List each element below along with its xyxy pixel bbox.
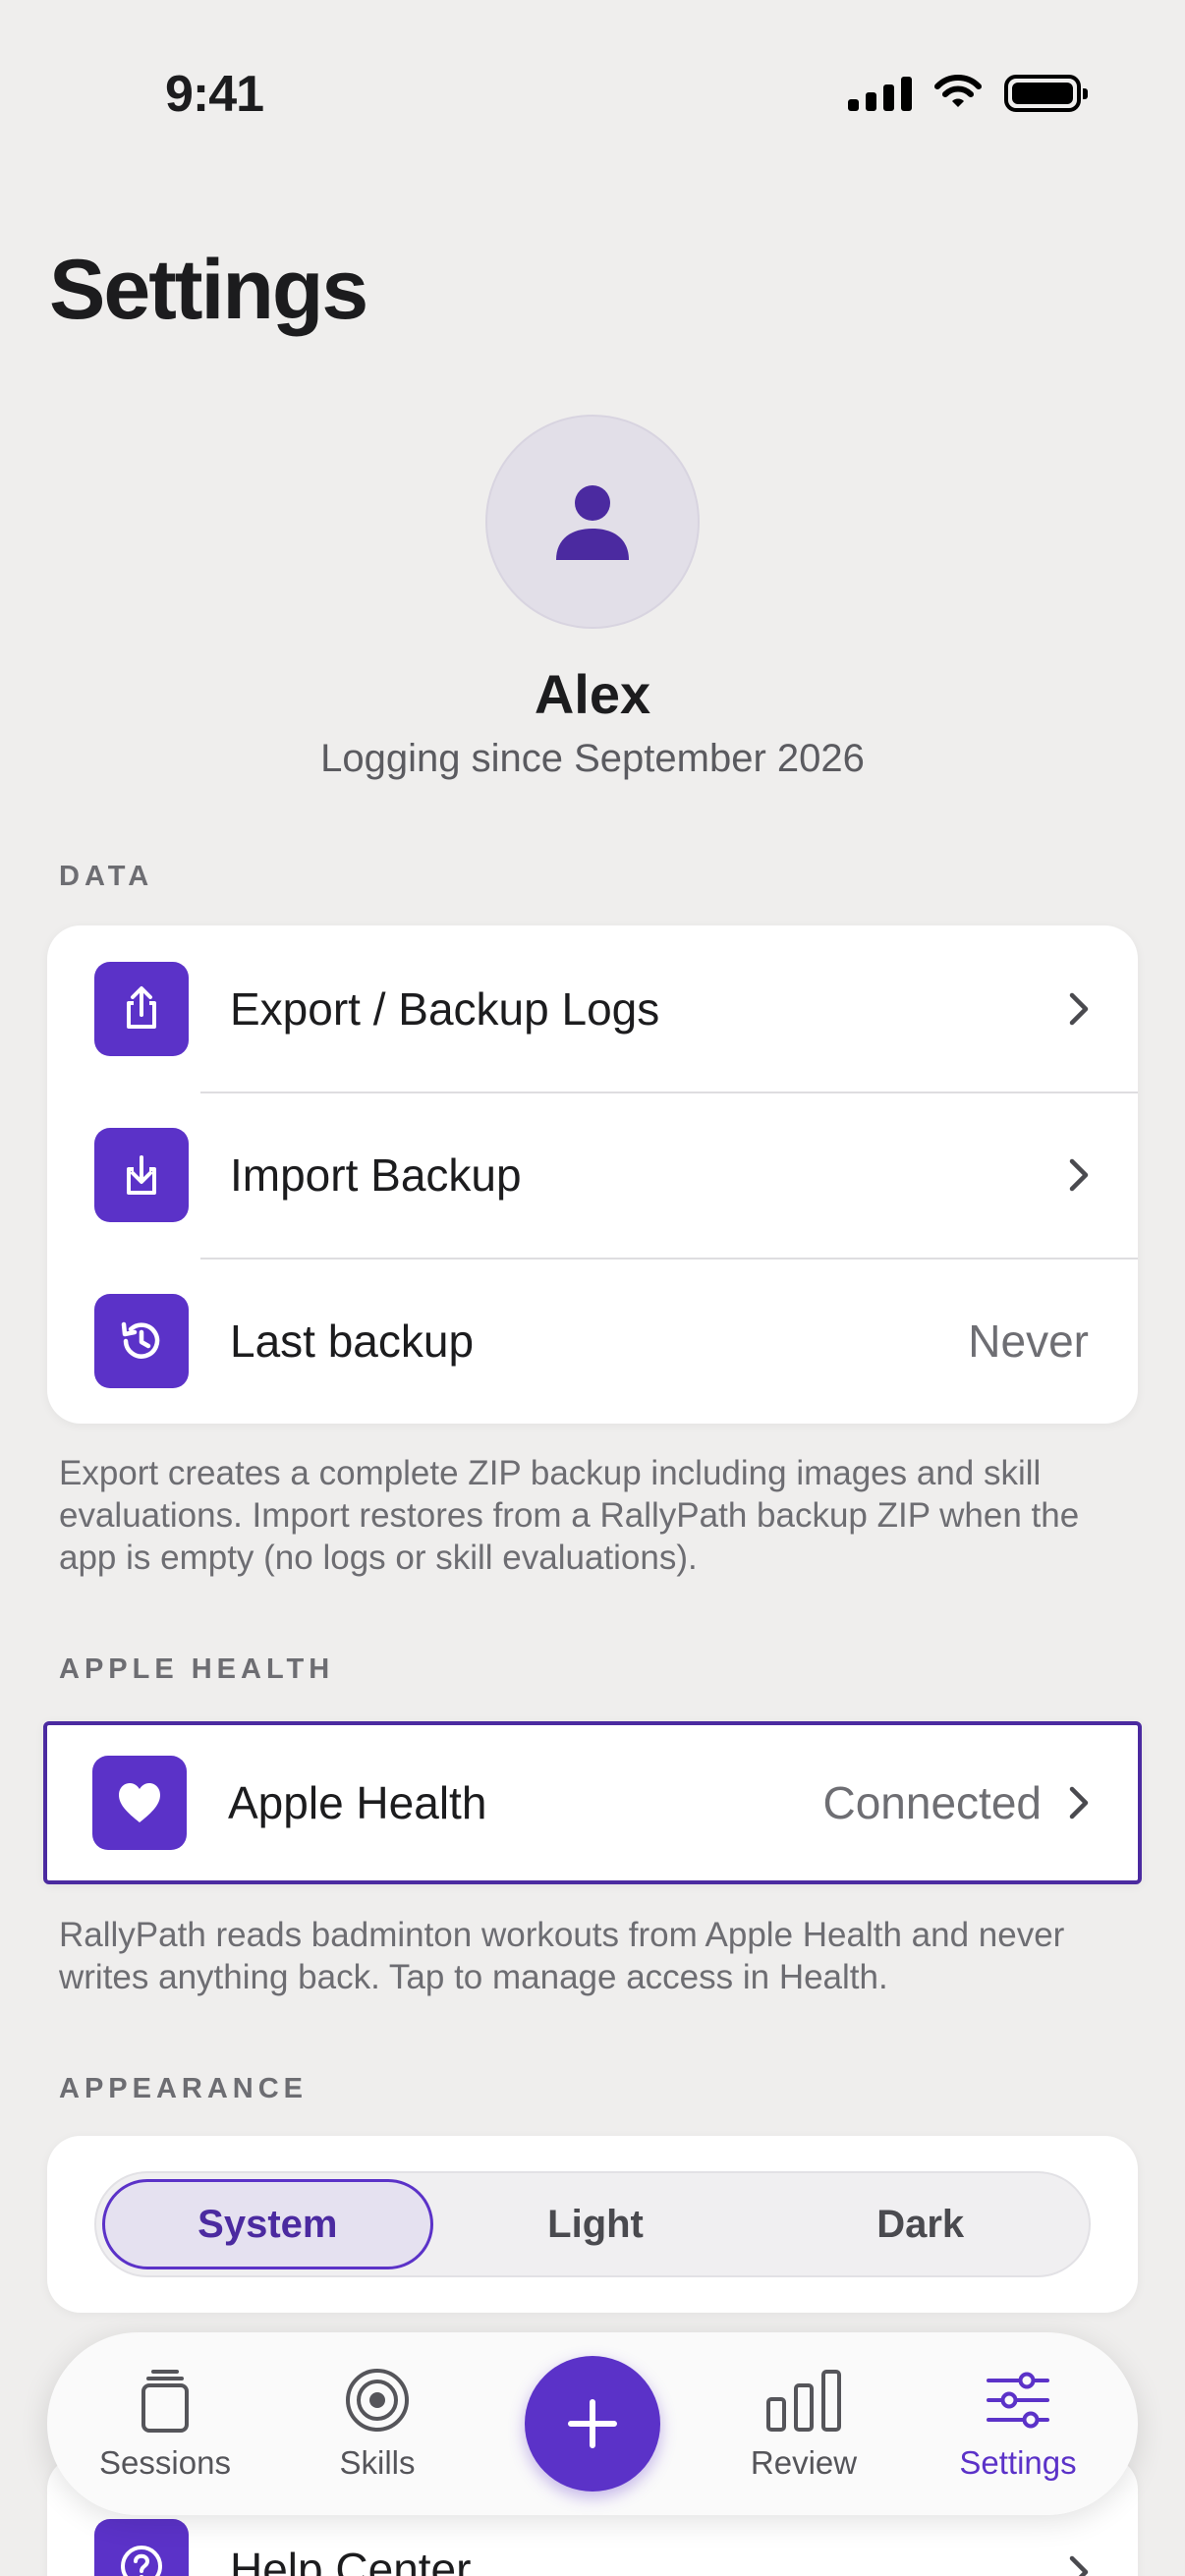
tab-label: Review [750,2444,858,2481]
import-icon [94,1127,189,1222]
import-backup-label: Import Backup [230,1148,522,1201]
import-backup-row[interactable]: Import Backup [47,1092,1138,1258]
sliders-icon [986,2362,1050,2438]
chevron-right-icon [1061,1157,1097,1193]
tab-settings[interactable]: Settings [920,2362,1116,2482]
appearance-option-dark[interactable]: Dark [758,2179,1083,2269]
apple-health-row[interactable]: Apple Health Connected [47,1725,1138,1880]
section-label-data: DATA [59,861,154,892]
appearance-option-system[interactable]: System [102,2179,433,2269]
section-label-appearance: APPEARANCE [59,2073,309,2104]
heart-icon [92,1756,187,1850]
bar-chart-icon [764,2362,843,2438]
profile-name: Alex [534,663,651,725]
battery-icon [1004,75,1088,112]
apple-health-label: Apple Health [228,1777,487,1828]
chevron-right-icon [1061,991,1097,1027]
profile-subtitle: Logging since September 2026 [320,737,865,780]
data-card: Export / Backup Logs Import Backup Last … [47,925,1138,1424]
person-icon [556,485,629,560]
last-backup-row: Last backup Never [47,1258,1138,1424]
appearance-card: System Light Dark [47,2136,1138,2313]
tab-bar: Sessions Skills Review Settings [47,2332,1138,2515]
tab-skills[interactable]: Skills [279,2362,476,2482]
page-title: Settings [49,243,368,337]
avatar[interactable] [485,415,700,629]
last-backup-value: Never [968,1315,1089,1367]
history-icon [94,1293,189,1388]
tab-label: Sessions [99,2444,231,2481]
tab-sessions[interactable]: Sessions [67,2362,263,2482]
help-icon [94,2519,189,2576]
cards-icon [136,2362,195,2438]
chevron-right-icon [1061,2554,1097,2576]
tab-review[interactable]: Review [705,2362,902,2482]
last-backup-label: Last backup [230,1315,475,1367]
status-icons [848,75,1088,112]
health-footnote: RallyPath reads badminton workouts from … [59,1916,1065,1996]
apple-health-status: Connected [822,1777,1043,1828]
data-footnote: Export creates a complete ZIP backup inc… [59,1454,1080,1577]
status-time: 9:41 [165,66,264,123]
section-label-apple-health: APPLE HEALTH [59,1653,335,1685]
chevron-right-icon [1061,1785,1097,1820]
apple-health-card: Apple Health Connected [43,1721,1142,1884]
tab-label: Skills [339,2444,416,2481]
add-session-button[interactable] [525,2356,660,2492]
cellular-signal-icon [848,76,912,111]
appearance-option-light[interactable]: Light [433,2179,759,2269]
export-backup-row[interactable]: Export / Backup Logs [47,925,1138,1092]
export-backup-label: Export / Backup Logs [230,982,660,1035]
target-icon [343,2362,412,2438]
plus-icon [568,2399,617,2448]
settings-screen: 9:41 Settings Alex Logging since Septemb… [0,0,1185,2576]
export-icon [94,961,189,1056]
appearance-segmented-control: System Light Dark [94,2171,1091,2277]
tab-label: Settings [959,2444,1077,2481]
wifi-icon [934,75,982,107]
help-center-label: Help Center [230,2544,472,2576]
